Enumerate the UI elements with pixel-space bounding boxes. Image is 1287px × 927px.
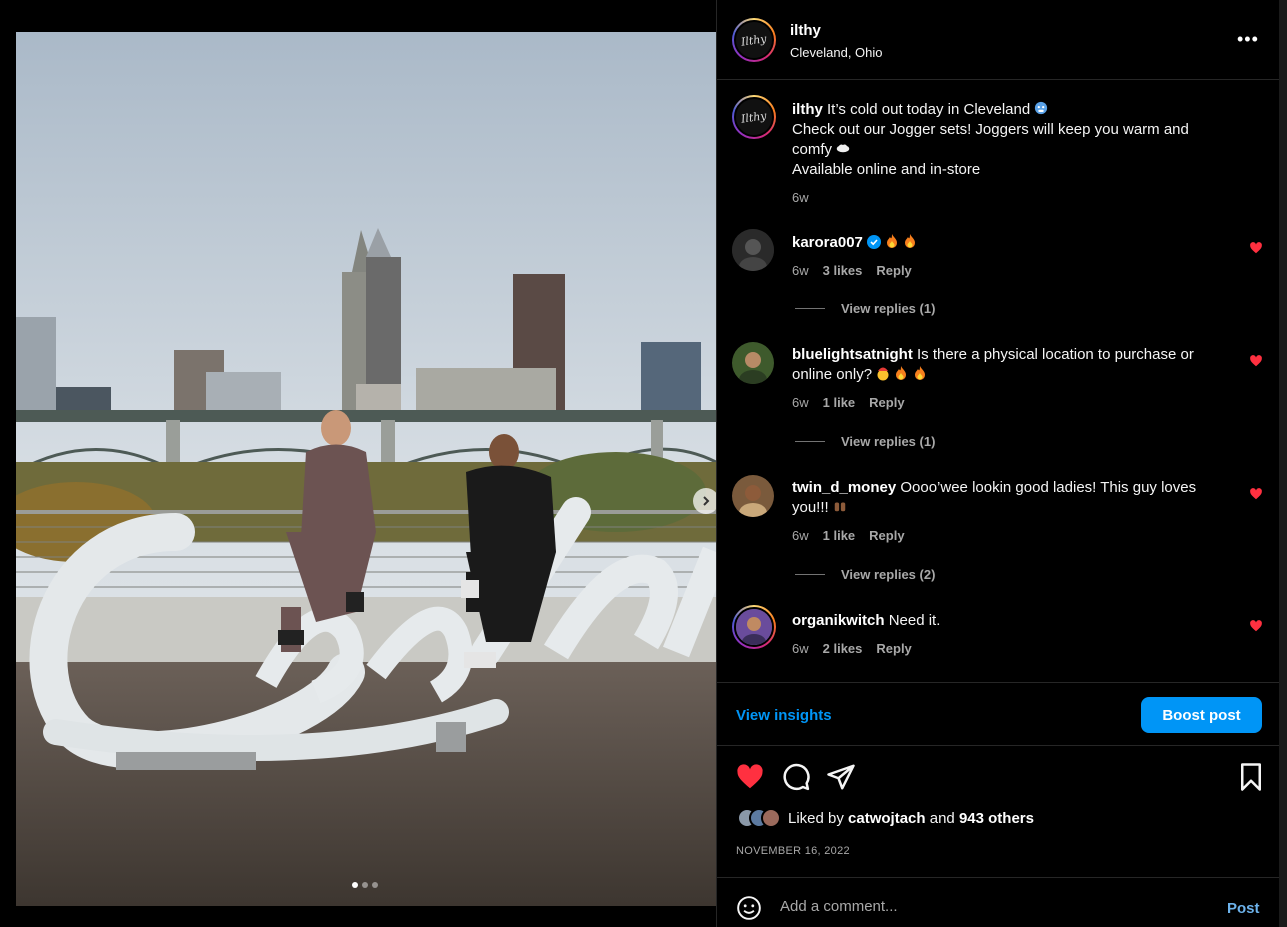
comment-username[interactable]: organikwitch — [792, 612, 885, 629]
comment-like-heart-icon[interactable] — [1249, 241, 1263, 255]
liked-by-others[interactable]: 943 others — [959, 810, 1034, 827]
background-page-edge — [1279, 0, 1287, 927]
comment-time: 6w — [792, 263, 809, 278]
caption-line-2: Check out our Jogger sets! Joggers will … — [792, 121, 1189, 158]
commenter-avatar[interactable] — [732, 229, 774, 271]
comment-username[interactable]: karora007 — [792, 234, 863, 251]
comment-like-heart-icon[interactable] — [1249, 619, 1263, 633]
verified-badge-icon — [867, 235, 882, 249]
save-bookmark-icon[interactable] — [1236, 762, 1266, 792]
carousel-dot — [362, 882, 368, 888]
cold-face-emoji-icon — [1035, 101, 1048, 115]
carousel-dots — [352, 882, 378, 888]
liker-avatar[interactable] — [761, 808, 781, 828]
comment-time: 6w — [792, 395, 809, 410]
fire-emoji-icon — [914, 366, 925, 380]
raised-hands-emoji-icon — [834, 502, 846, 512]
post-location[interactable]: Cleveland, Ohio — [790, 45, 883, 60]
view-replies-button[interactable]: View replies (1) — [795, 301, 935, 316]
comment-text: Need it. — [888, 612, 941, 629]
post-date: NOVEMBER 16, 2022 — [736, 845, 850, 857]
cloud-emoji-icon — [836, 144, 850, 153]
like-heart-icon[interactable] — [735, 762, 765, 792]
post-detail-panel: Ilthy ilthy Cleveland, Ohio ••• Ilthy il… — [716, 0, 1280, 927]
comment-time: 6w — [792, 528, 809, 543]
emoji-smile-icon[interactable] — [736, 895, 762, 921]
liked-by-user[interactable]: catwojtach — [848, 810, 926, 827]
carousel-next-button[interactable] — [693, 488, 716, 514]
more-options-icon[interactable]: ••• — [1237, 30, 1259, 48]
caption-line-3: Available online and in-store — [792, 161, 981, 178]
commenter-avatar[interactable] — [732, 605, 776, 649]
caption-line-1: It’s cold out today in Cleveland — [827, 101, 1031, 118]
fire-emoji-icon — [905, 234, 916, 248]
add-comment-bar: Post — [717, 877, 1280, 927]
comment-like-heart-icon[interactable] — [1249, 354, 1263, 368]
chevron-right-icon — [703, 496, 710, 506]
reply-button[interactable]: Reply — [876, 263, 911, 278]
view-replies-label: View replies (1) — [841, 301, 936, 316]
author-avatar[interactable]: Ilthy — [732, 95, 776, 139]
comment-likes[interactable]: 1 like — [823, 528, 856, 543]
caption-username[interactable]: ilthy — [792, 101, 823, 118]
view-insights-link[interactable]: View insights — [736, 707, 832, 724]
author-username[interactable]: ilthy — [790, 22, 821, 39]
view-replies-button[interactable]: View replies (2) — [795, 567, 935, 582]
commenter-avatar[interactable] — [732, 342, 774, 384]
comment-likes[interactable]: 2 likes — [823, 641, 863, 656]
post-actions — [717, 762, 1280, 794]
comment-username[interactable]: twin_d_money — [792, 479, 896, 496]
person-avatar-icon — [732, 229, 774, 271]
comments-list[interactable]: Ilthy ilthy It’s cold out today in Cleve… — [717, 81, 1280, 682]
fire-emoji-icon — [896, 366, 907, 380]
cleveland-photo — [16, 32, 716, 906]
view-replies-label: View replies (1) — [841, 434, 936, 449]
ilthy-logo-text: Ilthy — [740, 108, 768, 126]
reply-button[interactable]: Reply — [869, 528, 904, 543]
person-avatar-icon — [732, 342, 774, 384]
carousel-dot — [352, 882, 358, 888]
comment-likes[interactable]: 3 likes — [823, 263, 863, 278]
commenter-avatar[interactable] — [732, 475, 774, 517]
comment-bubble-icon[interactable] — [781, 762, 811, 792]
comment-likes[interactable]: 1 like — [823, 395, 856, 410]
reply-button[interactable]: Reply — [876, 641, 911, 656]
fire-emoji-icon — [887, 234, 898, 248]
caption-time: 6w — [792, 190, 809, 205]
liked-by-and: and — [929, 809, 955, 827]
post-header: Ilthy ilthy Cleveland, Ohio ••• — [717, 0, 1280, 80]
author-avatar[interactable]: Ilthy — [732, 18, 776, 62]
liked-by-text: Liked by catwojtach and 943 others — [788, 810, 1034, 827]
person-avatar-icon — [736, 609, 772, 645]
view-replies-label: View replies (2) — [841, 567, 936, 582]
carousel-dot — [372, 882, 378, 888]
insights-bar: View insights Boost post — [717, 682, 1280, 746]
comment-like-heart-icon[interactable] — [1249, 487, 1263, 501]
share-paper-plane-icon[interactable] — [826, 762, 856, 792]
comment-input[interactable] — [780, 898, 1200, 915]
post-comment-button[interactable]: Post — [1227, 900, 1260, 917]
liked-by-prefix: Liked by — [788, 809, 844, 827]
boost-post-button[interactable]: Boost post — [1141, 697, 1262, 733]
exploding-head-emoji-icon — [877, 367, 889, 381]
comment-time: 6w — [792, 641, 809, 656]
view-replies-button[interactable]: View replies (1) — [795, 434, 935, 449]
comment-username[interactable]: bluelightsatnight — [792, 346, 913, 363]
ilthy-logo-text: Ilthy — [740, 31, 768, 49]
post-photo[interactable] — [16, 32, 716, 906]
likes-summary: Liked by catwojtach and 943 others — [737, 808, 1034, 828]
person-avatar-icon — [732, 475, 774, 517]
reply-button[interactable]: Reply — [869, 395, 904, 410]
